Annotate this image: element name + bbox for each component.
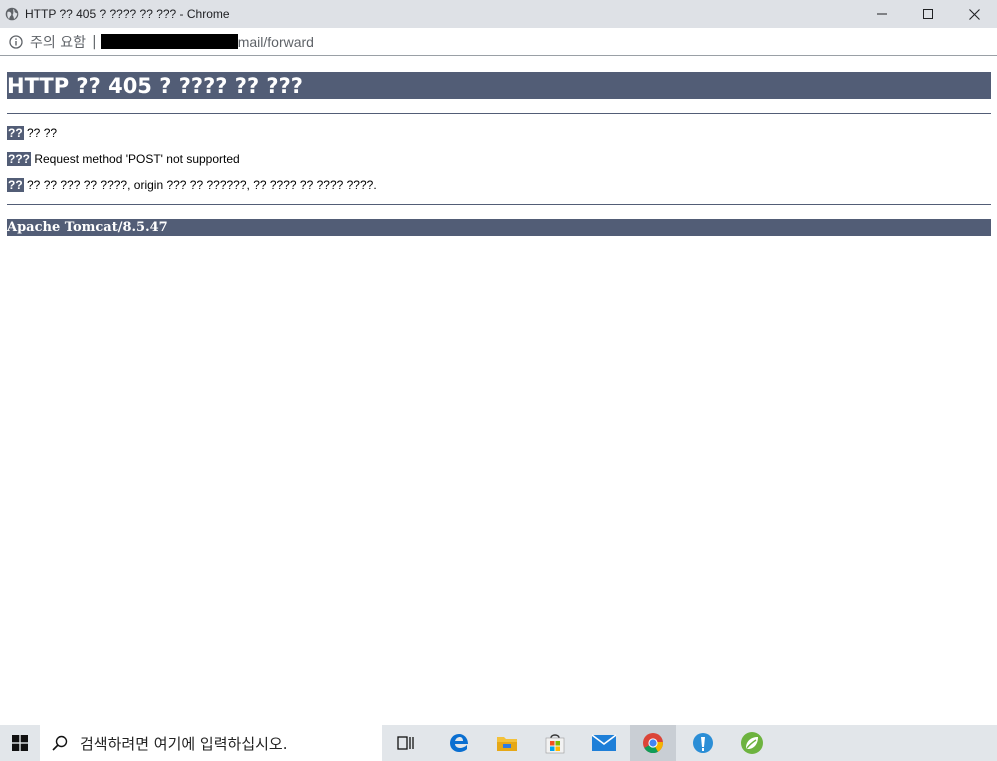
file-explorer-button[interactable]: [484, 725, 530, 761]
windows-logo-icon: [12, 735, 28, 751]
mail-envelope-icon: [592, 734, 616, 751]
spring-leaf-icon: [741, 732, 763, 754]
address-separator: |: [91, 33, 97, 50]
divider: [7, 204, 991, 205]
taskbar: 검색하려면 여기에 입력하십시오.: [0, 725, 997, 761]
store-bag-icon: [545, 734, 565, 754]
search-placeholder: 검색하려면 여기에 입력하십시오.: [80, 734, 288, 753]
minimize-icon: [877, 13, 887, 15]
line-text: Request method 'POST' not supported: [31, 152, 240, 166]
task-view-icon: [397, 736, 414, 750]
close-button[interactable]: [951, 0, 997, 28]
chrome-app-button[interactable]: [630, 725, 676, 761]
task-view-button[interactable]: [383, 725, 429, 761]
error-line-message: ??? Request method 'POST' not supported: [7, 151, 991, 167]
address-bar[interactable]: 주의 요함 | mail/forward: [0, 28, 997, 56]
close-icon: [968, 8, 980, 20]
page-content: HTTP ?? 405 ? ???? ?? ??? ?? ?? ?? ??? R…: [7, 56, 991, 236]
window-controls: [859, 0, 997, 28]
line-label: ??: [7, 126, 24, 140]
window-titlebar: HTTP ?? 405 ? ???? ?? ??? - Chrome: [0, 0, 997, 28]
window-title: HTTP ?? 405 ? ???? ?? ??? - Chrome: [25, 7, 230, 21]
minimize-button[interactable]: [859, 0, 905, 28]
line-text: ?? ??: [23, 126, 58, 140]
redacted-url-segment: [100, 34, 238, 49]
divider: [7, 113, 991, 114]
edge-icon: [450, 734, 468, 752]
url-text[interactable]: mail/forward: [238, 34, 314, 50]
info-icon[interactable]: [9, 34, 23, 49]
line-label: ??: [7, 178, 24, 192]
maximize-button[interactable]: [905, 0, 951, 28]
green-app-button[interactable]: [729, 725, 775, 761]
error-heading: HTTP ?? 405 ? ???? ?? ???: [7, 72, 991, 99]
blue-app-button[interactable]: [680, 725, 726, 761]
chrome-icon: [643, 733, 663, 754]
error-line-type: ?? ?? ??: [7, 125, 991, 141]
line-text: ?? ?? ??? ?? ????, origin ??? ?? ??????,…: [23, 178, 377, 192]
maximize-icon: [923, 9, 933, 19]
folder-icon: [497, 737, 517, 751]
edge-app-button[interactable]: [436, 725, 482, 761]
server-footer: Apache Tomcat/8.5.47: [7, 219, 991, 236]
start-button[interactable]: [0, 725, 40, 761]
store-app-button[interactable]: [532, 725, 578, 761]
security-warning-label[interactable]: 주의 요함: [30, 32, 86, 52]
search-icon: [52, 735, 68, 751]
blue-app-icon: [693, 733, 713, 753]
mail-app-button[interactable]: [581, 725, 627, 761]
error-line-description: ?? ?? ?? ??? ?? ????, origin ??? ?? ????…: [7, 177, 991, 193]
globe-icon: [5, 7, 19, 21]
taskbar-search-box[interactable]: 검색하려면 여기에 입력하십시오.: [40, 725, 382, 761]
line-label: ???: [7, 152, 31, 166]
